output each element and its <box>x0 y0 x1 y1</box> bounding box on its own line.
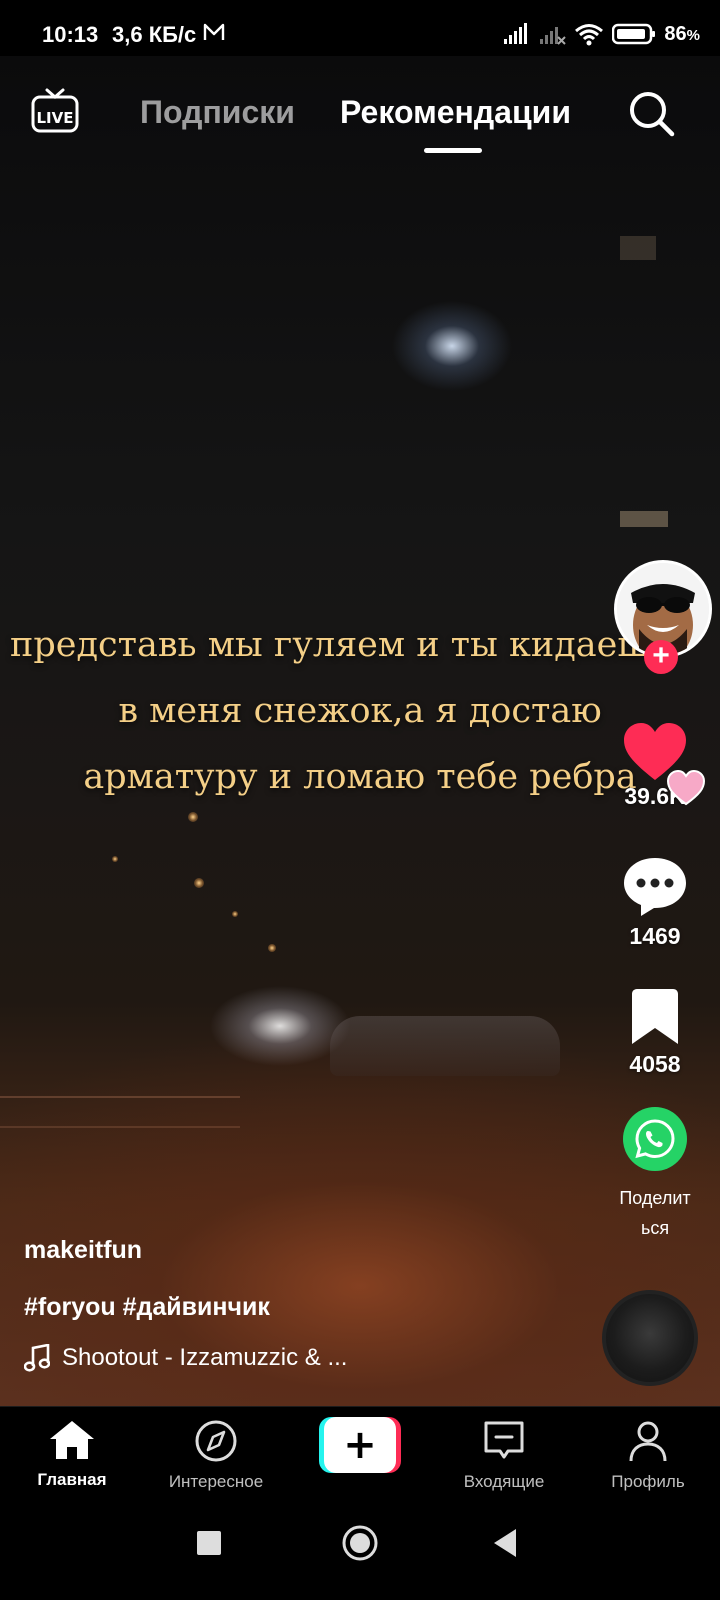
share-button[interactable]: Поделит ься <box>590 1106 720 1243</box>
mail-icon <box>203 23 225 40</box>
parked-cars <box>330 1016 560 1076</box>
tab-following[interactable]: Подписки <box>140 94 295 131</box>
bookmark-icon <box>632 989 678 1044</box>
tab-home[interactable]: Главная <box>2 1419 142 1490</box>
svg-text:+: + <box>343 1422 377 1468</box>
music-title: Shootout - Izzamuzzic & ... <box>62 1344 348 1371</box>
fence <box>0 1096 240 1128</box>
recent-apps-icon[interactable] <box>196 1530 222 1556</box>
comment-count: 1469 <box>629 923 681 949</box>
tab-for-you[interactable]: Рекомендации <box>340 94 571 131</box>
street-light <box>268 944 276 952</box>
create-button[interactable]: + <box>319 1417 401 1473</box>
tiktok-feed-screen: 10:13 3,6 КБ/с 86% представь мы гуляем и… <box>0 0 720 1600</box>
battery-percent: 86% <box>664 22 700 45</box>
comment-icon <box>624 858 686 916</box>
tab-discover[interactable]: Интересное <box>146 1419 286 1492</box>
home-icon <box>50 1421 94 1459</box>
street-light <box>194 878 204 888</box>
signal-no-service-icon <box>540 27 567 45</box>
active-tab-indicator <box>424 148 482 153</box>
favorite-button[interactable]: 4058 <box>590 988 720 1078</box>
status-data-speed: 3,6 КБ/с <box>112 22 197 47</box>
comment-button[interactable]: 1469 <box>590 856 720 950</box>
signal-icon <box>504 23 528 44</box>
music-info[interactable]: Shootout - Izzamuzzic & ... <box>24 1344 584 1372</box>
tab-discover-label: Интересное <box>168 1472 264 1491</box>
action-rail: + 39.6K 1469 4058 Поделит ься <box>590 0 720 1400</box>
tab-profile[interactable]: Профиль <box>578 1419 718 1492</box>
wifi-icon <box>575 24 604 46</box>
inbox-icon <box>484 1421 524 1459</box>
post-info: makeitfun #foryou #дайвинчик Shootout - … <box>24 1236 584 1372</box>
post-description[interactable]: #foryou #дайвинчик <box>24 1293 584 1322</box>
status-bar: 10:13 3,6 КБ/с 86% <box>0 0 720 56</box>
battery-icon <box>612 23 656 45</box>
like-button[interactable]: 39.6K <box>590 722 720 810</box>
creator-username[interactable]: makeitfun <box>24 1236 584 1265</box>
system-navigation-bar <box>0 1506 720 1600</box>
street-light <box>188 812 198 822</box>
share-label: Поделит ься <box>619 1188 691 1238</box>
whatsapp-icon <box>623 1107 687 1171</box>
live-icon[interactable]: LIVE <box>30 86 80 136</box>
favorite-count: 4058 <box>629 1051 681 1077</box>
music-disc[interactable] <box>602 1290 698 1386</box>
heart-sticker-icon <box>666 770 706 806</box>
tab-inbox[interactable]: Входящие <box>434 1419 574 1492</box>
compass-icon <box>195 1420 237 1462</box>
tab-profile-label: Профиль <box>611 1472 685 1491</box>
bottom-tab-bar: Главная Интересное + Входящие Профиль <box>0 1406 720 1507</box>
back-icon[interactable] <box>492 1528 518 1558</box>
status-time: 10:13 <box>42 22 99 47</box>
street-light <box>112 856 118 862</box>
music-note-icon <box>24 1344 50 1372</box>
follow-button[interactable]: + <box>644 640 678 674</box>
street-light <box>232 911 238 917</box>
profile-icon <box>629 1421 667 1462</box>
svg-text:LIVE: LIVE <box>37 109 74 127</box>
status-right-cluster: 86% <box>502 20 700 48</box>
home-system-icon[interactable] <box>341 1524 379 1562</box>
tab-home-label: Главная <box>37 1470 107 1489</box>
tab-inbox-label: Входящие <box>463 1472 545 1491</box>
